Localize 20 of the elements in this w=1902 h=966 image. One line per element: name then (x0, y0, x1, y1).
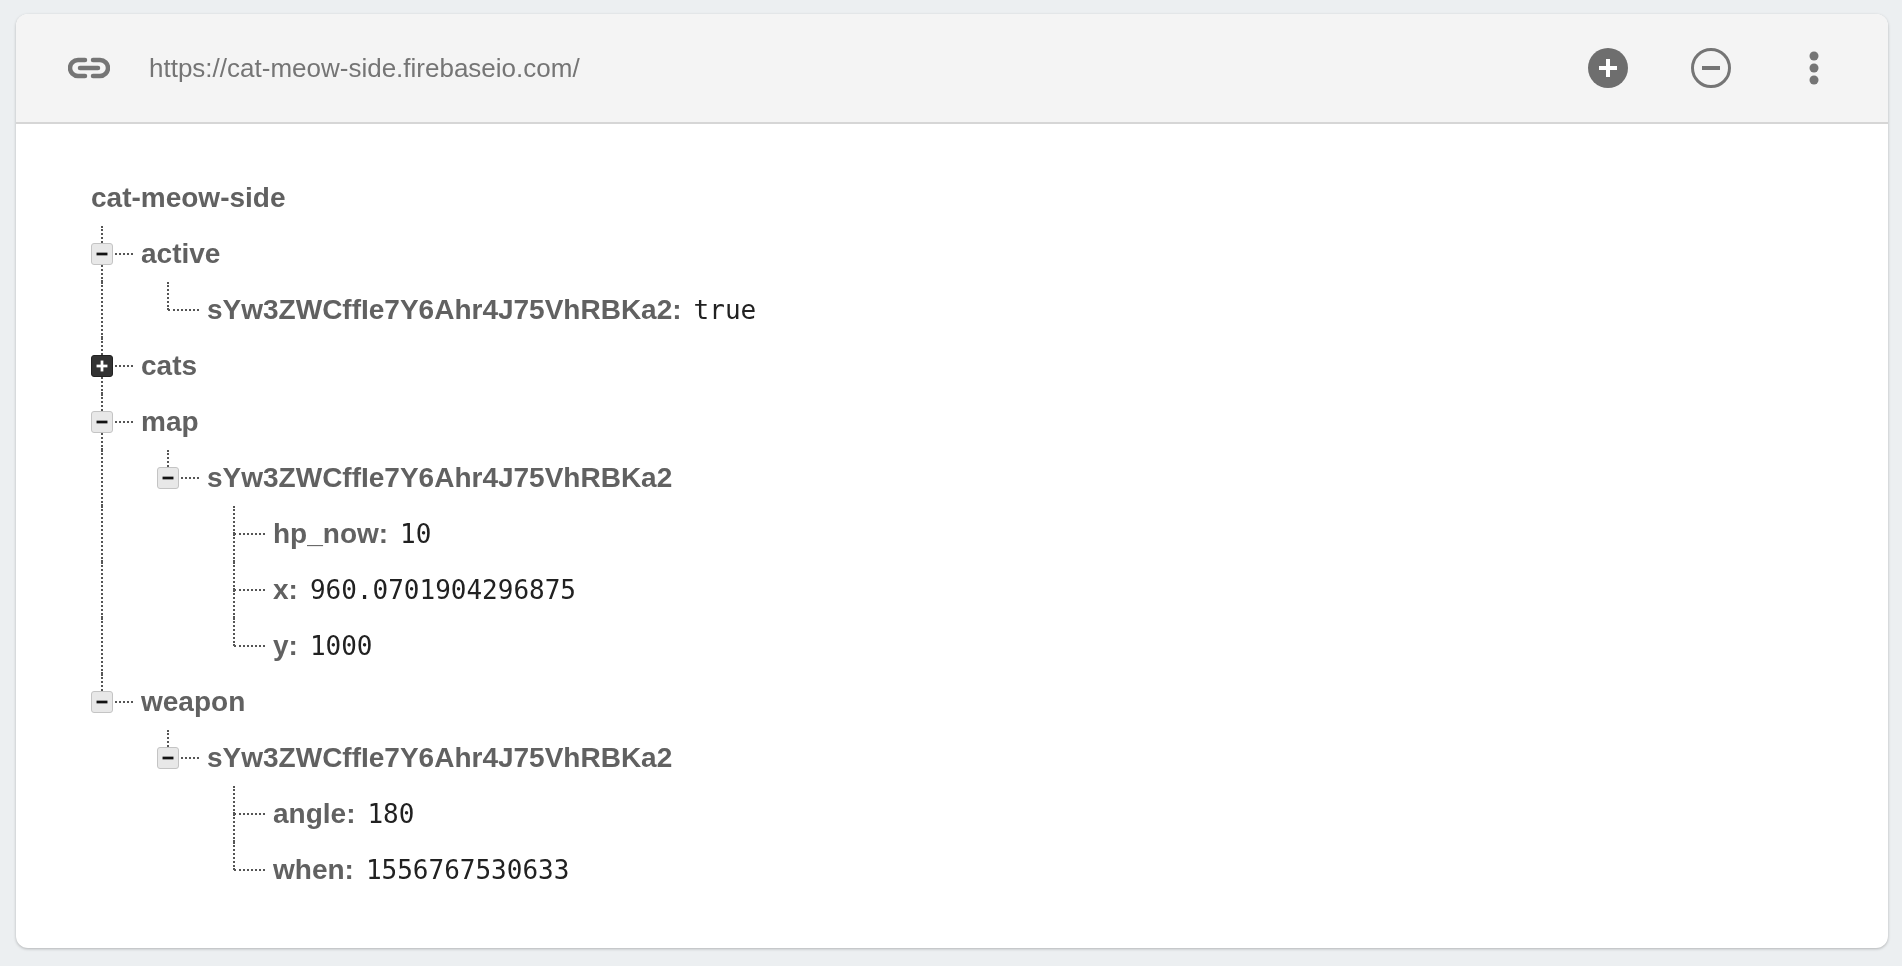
field-value: 180 (367, 799, 415, 829)
node-key[interactable]: cats (141, 350, 198, 382)
field-key[interactable]: hp_now: (273, 518, 389, 550)
node-key[interactable]: sYw3ZWCffIe7Y6Ahr4J75VhRBKa2 (207, 462, 673, 494)
field-value: 1556767530633 (365, 855, 570, 885)
field-key[interactable]: y: (273, 630, 298, 662)
field-key[interactable]: x: (273, 574, 298, 606)
field-value: 1000 (309, 631, 373, 661)
root-key[interactable]: cat-meow-side (91, 182, 286, 214)
field-key[interactable]: angle: (273, 798, 356, 830)
field-value: 960.0701904296875 (309, 575, 576, 605)
field-value: 10 (400, 519, 432, 549)
database-url: https://cat-meow-side.firebaseio.com/ (149, 52, 581, 84)
field-key[interactable]: sYw3ZWCffIe7Y6Ahr4J75VhRBKa2: (207, 294, 682, 326)
field-key[interactable]: when: (273, 854, 354, 886)
field-value: true (693, 295, 757, 325)
node-key[interactable]: map (141, 406, 199, 438)
node-key[interactable]: sYw3ZWCffIe7Y6Ahr4J75VhRBKa2 (207, 742, 673, 774)
node-key[interactable]: weapon (141, 686, 246, 718)
node-key[interactable]: active (141, 238, 221, 270)
